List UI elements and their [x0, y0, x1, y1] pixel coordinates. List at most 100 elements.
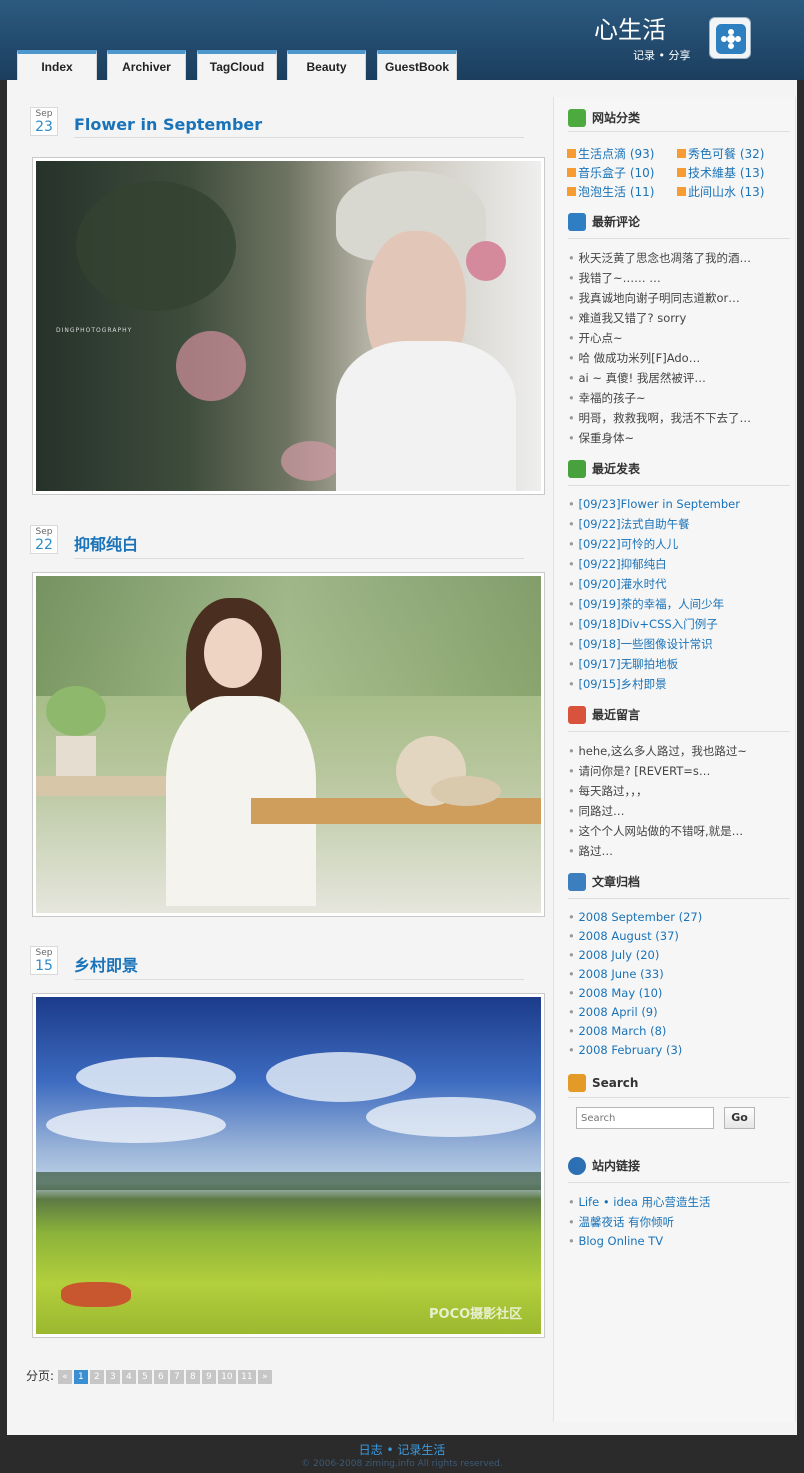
archive-link[interactable]: 2008 May (10) — [568, 986, 790, 1000]
post-day: 22 — [35, 537, 53, 553]
search-icon — [568, 1074, 586, 1092]
post-day: 23 — [35, 119, 53, 135]
category-link[interactable]: 生活点滴 (93) — [567, 145, 654, 162]
archive-link[interactable]: 2008 April (9) — [568, 1005, 790, 1019]
post: Sep 23 Flower in September DINGPHOTOGRAP… — [30, 107, 545, 497]
comment-item[interactable]: 开心点~ — [568, 330, 790, 346]
archive-link[interactable]: 2008 March (8) — [568, 1024, 790, 1038]
footer-copyright: © 2006-2008 ziming.info All rights reser… — [301, 1459, 503, 1469]
message-item[interactable]: hehe,这么多人路过，我也路过~ — [568, 743, 790, 759]
comment-item[interactable]: 保重身体~ — [568, 430, 790, 446]
recent-post-link[interactable]: [09/22]法式自助午餐 — [568, 516, 790, 532]
page-button[interactable]: 6 — [153, 1369, 168, 1384]
rss-icon — [567, 149, 576, 158]
message-item[interactable]: 同路过… — [568, 803, 790, 819]
recent-post-link[interactable]: [09/19]茶的幸福，人间少年 — [568, 596, 790, 612]
page-button[interactable]: 3 — [105, 1369, 120, 1384]
chart-icon — [568, 873, 586, 891]
site-header: 心生活 记录 • 分享 Index Archiver TagCloud Beau… — [0, 0, 804, 80]
post-title[interactable]: 乡村即景 — [74, 952, 524, 980]
site-title[interactable]: 心生活 — [594, 10, 666, 45]
archive-link[interactable]: 2008 August (37) — [568, 929, 790, 943]
site-link[interactable]: Life • idea 用心营造生活 — [568, 1194, 790, 1210]
tab-beauty[interactable]: Beauty — [287, 50, 366, 80]
tab-tagcloud[interactable]: TagCloud — [197, 50, 277, 80]
recent-post-link[interactable]: [09/20]灌水时代 — [568, 576, 790, 592]
rss-icon — [567, 187, 576, 196]
page-button[interactable]: 2 — [89, 1369, 104, 1384]
site-link[interactable]: Blog Online TV — [568, 1234, 790, 1248]
widget-title-links: 站内链接 — [568, 1157, 793, 1177]
recent-post-link[interactable]: [09/17]无聊拍地板 — [568, 656, 790, 672]
site-logo-icon[interactable] — [709, 17, 751, 59]
widget-title-comments: 最新评论 — [568, 213, 793, 233]
tab-archiver[interactable]: Archiver — [107, 50, 186, 80]
page-button[interactable]: 4 — [121, 1369, 136, 1384]
category-link[interactable]: 此间山水 (13) — [677, 183, 764, 200]
category-link[interactable]: 泡泡生活 (11) — [567, 183, 654, 200]
tab-index[interactable]: Index — [17, 50, 97, 80]
divider — [568, 485, 790, 486]
comment-item[interactable]: 难道我又错了? sorry — [568, 310, 790, 326]
tab-guestbook[interactable]: GuestBook — [377, 50, 457, 80]
page-button[interactable]: 7 — [169, 1369, 184, 1384]
message-item[interactable]: 每天路过，，， — [568, 783, 790, 799]
comment-item[interactable]: 我真诚地向谢子明同志道歉or… — [568, 290, 790, 306]
page-button[interactable]: 11 — [237, 1369, 256, 1384]
page-next-button[interactable]: » — [257, 1369, 272, 1384]
photo-watermark: POCO摄影社区 — [429, 1307, 523, 1322]
comment-item[interactable]: 明哥，救救我啊，我活不下去了… — [568, 410, 790, 426]
recent-post-link[interactable]: [09/23]Flower in September — [568, 497, 790, 511]
page-button[interactable]: 8 — [185, 1369, 200, 1384]
archive-link[interactable]: 2008 June (33) — [568, 967, 790, 981]
category-link[interactable]: 秀色可餐 (32) — [677, 145, 764, 162]
globe-icon — [568, 1157, 586, 1175]
archive-link[interactable]: 2008 February (3) — [568, 1043, 790, 1057]
message-item[interactable]: 这个个人网站做的不错呀,就是… — [568, 823, 790, 839]
recent-post-link[interactable]: [09/22]抑郁纯白 — [568, 556, 790, 572]
category-link[interactable]: 音乐盒子 (10) — [567, 164, 654, 181]
divider — [568, 131, 790, 132]
comment-item[interactable]: 哈 做成功米列[F]Ado… — [568, 350, 790, 366]
archive-link[interactable]: 2008 September (27) — [568, 910, 790, 924]
page-button[interactable]: 9 — [201, 1369, 216, 1384]
post-photo[interactable]: DINGPHOTOGRAPHY — [32, 157, 545, 495]
message-item[interactable]: 路过… — [568, 843, 790, 859]
recent-post-link[interactable]: [09/22]可怜的人儿 — [568, 536, 790, 552]
page-button[interactable]: 10 — [217, 1369, 236, 1384]
page-prev-button[interactable]: « — [57, 1369, 72, 1384]
page-button-current[interactable]: 1 — [73, 1369, 88, 1384]
comment-item[interactable]: ai ~ 真傻! 我居然被评… — [568, 370, 790, 386]
rss-icon — [567, 168, 576, 177]
rss-icon — [677, 168, 686, 177]
comment-item[interactable]: 幸福的孩子~ — [568, 390, 790, 406]
comment-item[interactable]: 我错了~…… … — [568, 270, 790, 286]
comment-item[interactable]: 秋天泛黄了思念也凋落了我的酒… — [568, 250, 790, 266]
archive-link[interactable]: 2008 July (20) — [568, 948, 790, 962]
page-button[interactable]: 5 — [137, 1369, 152, 1384]
post-photo[interactable] — [32, 572, 545, 917]
post-photo[interactable]: POCO摄影社区 — [32, 993, 545, 1338]
site-link[interactable]: 温馨夜话 有你倾听 — [568, 1214, 790, 1230]
post-date: Sep 15 — [30, 946, 58, 975]
category-link[interactable]: 技术維基 (13) — [677, 164, 764, 181]
rss-icon — [677, 149, 686, 158]
post-title[interactable]: 抑郁纯白 — [74, 531, 524, 559]
widget-title-search: Search — [568, 1074, 793, 1094]
pagination-label: 分页: — [26, 1369, 55, 1383]
divider — [568, 238, 790, 239]
footer-links[interactable]: 日志 • 记录生活 — [0, 1441, 804, 1458]
document-icon — [568, 460, 586, 478]
message-item[interactable]: 请问你是? [REVERT=s… — [568, 763, 790, 779]
rss-icon — [677, 187, 686, 196]
recent-post-link[interactable]: [09/15]乡村即景 — [568, 676, 790, 692]
recent-post-link[interactable]: [09/18]Div+CSS入门例子 — [568, 616, 790, 632]
search-go-button[interactable]: Go — [724, 1107, 755, 1129]
widget-title-messages: 最近留言 — [568, 706, 793, 726]
post: Sep 15 乡村即景 POCO摄影社区 — [30, 946, 545, 1341]
photo-watermark: DINGPHOTOGRAPHY — [56, 327, 133, 334]
pagination: 分页: «1 2 3 4 5 6 7 8 9 10 11» — [26, 1367, 274, 1384]
search-input[interactable] — [576, 1107, 714, 1129]
recent-post-link[interactable]: [09/18]一些图像设计常识 — [568, 636, 790, 652]
post-title[interactable]: Flower in September — [74, 115, 524, 138]
